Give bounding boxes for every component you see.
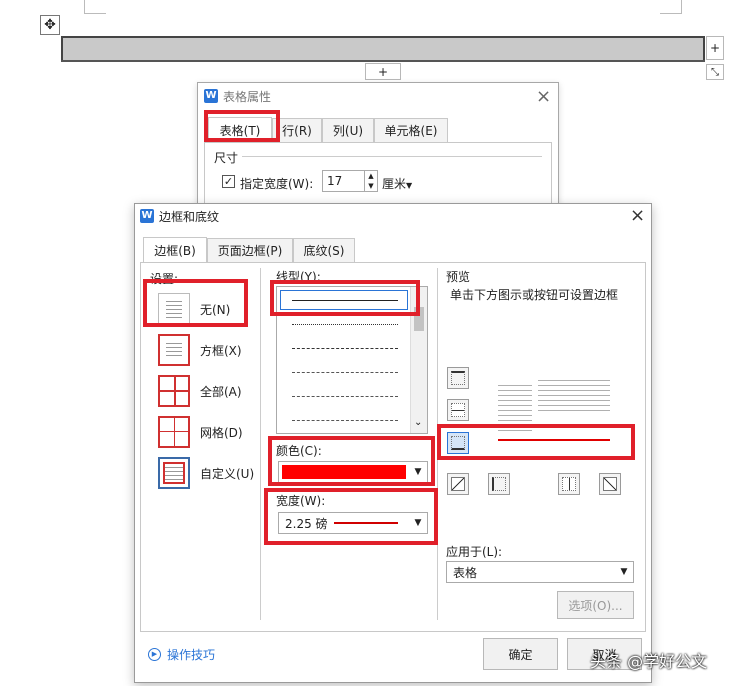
chevron-down-icon[interactable]: ⌄ xyxy=(414,417,422,428)
table-properties-dialog: W 表格属性 × 表格(T) 行(R) 列(U) 单元格(E) 尺寸 ✓ 指定宽… xyxy=(197,82,559,207)
setting-box[interactable]: 方框(X) xyxy=(158,333,242,367)
size-divider xyxy=(242,156,542,157)
setting-grid-label: 网格(D) xyxy=(200,425,243,440)
tab-shading[interactable]: 底纹(S) xyxy=(293,238,355,262)
inside-horizontal-button[interactable] xyxy=(447,399,469,421)
apply-label: 应用于(L): xyxy=(446,545,503,559)
setting-custom[interactable]: 自定义(U) xyxy=(158,456,254,490)
tab-borders[interactable]: 边框(B) xyxy=(143,237,207,262)
line-style-dotted[interactable] xyxy=(292,324,398,325)
highlight-setting-none xyxy=(143,279,248,327)
page-corner-left xyxy=(84,0,106,14)
setting-all-label: 全部(A) xyxy=(200,384,242,399)
document-table[interactable] xyxy=(61,36,705,62)
ok-button[interactable]: 确定 xyxy=(483,638,558,670)
page-corner-right xyxy=(660,0,682,14)
dialog-title: 表格属性 xyxy=(223,89,272,104)
watermark: 头条 @学好公文 xyxy=(590,652,708,671)
chevron-down-icon: ▼ xyxy=(406,181,413,190)
apply-value: 表格 xyxy=(453,565,478,580)
setting-grid[interactable]: 网格(D) xyxy=(158,415,243,449)
highlight-bottom-border xyxy=(437,424,635,460)
preview-label: 预览 xyxy=(446,270,471,284)
diagonal-up-button[interactable] xyxy=(447,473,469,495)
size-section-label: 尺寸 xyxy=(214,151,239,165)
width-input[interactable]: 17 ▲ ▼ xyxy=(322,170,378,192)
width-checkbox[interactable]: ✓ xyxy=(222,175,235,188)
line-style-long-dash[interactable] xyxy=(292,420,398,421)
dialog-titlebar: W 表格属性 xyxy=(198,83,558,109)
tab-cell[interactable]: 单元格(E) xyxy=(374,118,448,142)
left-border-button[interactable] xyxy=(488,473,510,495)
setting-all[interactable]: 全部(A) xyxy=(158,374,242,408)
tips-link[interactable]: ▶ 操作技巧 xyxy=(148,646,215,663)
options-button[interactable]: 选项(O)... xyxy=(557,591,634,619)
setting-custom-label: 自定义(U) xyxy=(200,466,255,481)
wps-logo-icon: W xyxy=(204,89,218,103)
setting-all-icon xyxy=(158,375,190,407)
unit-dropdown[interactable]: 厘米▼ xyxy=(382,175,412,192)
play-circle-icon: ▶ xyxy=(148,648,161,661)
width-input-value: 17 xyxy=(327,174,343,188)
preview-hint: 单击下方图示或按钮可设置边框 xyxy=(450,288,619,302)
apply-dropdown[interactable]: 表格 ▼ xyxy=(446,561,634,583)
tab-panel-border xyxy=(204,142,552,206)
top-border-button[interactable] xyxy=(447,367,469,389)
setting-grid-icon xyxy=(158,416,190,448)
settings-divider xyxy=(260,268,261,620)
chevron-down-icon: ▼ xyxy=(620,567,628,577)
table-bottom-line xyxy=(61,60,705,62)
setting-box-icon xyxy=(158,334,190,366)
unit-value: 厘米 xyxy=(382,177,407,191)
line-style-dash-dot[interactable] xyxy=(292,372,398,373)
add-row-button[interactable]: + xyxy=(365,63,401,80)
setting-box-label: 方框(X) xyxy=(200,343,242,358)
width-label: 指定宽度(W): xyxy=(240,177,314,191)
highlight-width xyxy=(264,488,438,545)
line-style-dashed[interactable] xyxy=(292,348,398,349)
add-column-button[interactable]: + xyxy=(706,36,724,60)
borders-titlebar: W 边框和底纹 xyxy=(140,206,219,226)
table-resize-handle[interactable]: ⤡ xyxy=(706,64,724,80)
highlight-color xyxy=(268,436,435,486)
line-style-dash-dot-dot[interactable] xyxy=(292,396,398,397)
spinner-icon[interactable]: ▲ ▼ xyxy=(364,171,377,191)
tips-label: 操作技巧 xyxy=(167,648,216,662)
borders-dialog-title: 边框和底纹 xyxy=(159,209,220,224)
inside-vertical-button[interactable] xyxy=(558,473,580,495)
highlight-line-style xyxy=(270,280,420,316)
tab-column[interactable]: 列(U) xyxy=(322,118,374,142)
table-move-handle[interactable]: ✥ xyxy=(40,15,60,35)
tab-page-borders[interactable]: 页面边框(P) xyxy=(207,238,293,262)
wps-logo-icon: W xyxy=(140,209,154,223)
diagonal-down-button[interactable] xyxy=(599,473,621,495)
move-icon: ✥ xyxy=(44,17,56,33)
highlight-table-tab xyxy=(204,110,280,142)
close-icon[interactable]: × xyxy=(536,86,551,107)
setting-custom-icon xyxy=(158,457,190,489)
close-icon[interactable]: × xyxy=(630,205,645,226)
